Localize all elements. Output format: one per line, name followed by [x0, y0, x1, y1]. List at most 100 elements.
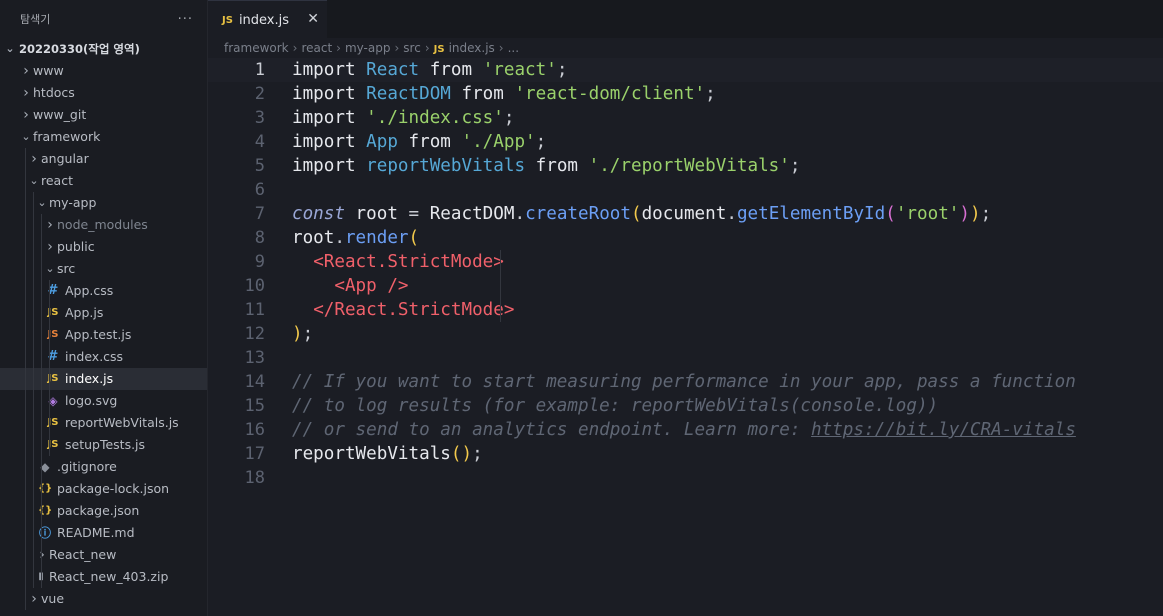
code-text: import reportWebVitals from './reportWeb… [292, 154, 800, 178]
code-line[interactable]: 1 import React from 'react'; [208, 58, 1163, 82]
tree-item-file[interactable]: ◈ logo.svg [0, 390, 207, 412]
tree-item-file[interactable]: ◆ .gitignore [0, 456, 207, 478]
tree-item-label: htdocs [33, 85, 75, 100]
line-number: 1 [254, 60, 265, 80]
code-line[interactable]: 15 // to log results (for example: report… [208, 394, 1163, 418]
chevron-right-icon: › [336, 41, 341, 55]
code-token: ; [535, 132, 547, 152]
code-token: 'root' [895, 204, 960, 224]
tab-index-js[interactable]: JS index.js ✕ [208, 0, 327, 39]
code-token: <React.StrictMode> [313, 252, 504, 272]
chevron-right-icon[interactable]: › [28, 148, 40, 170]
code-line[interactable]: 5 import reportWebVitals from './reportWe… [208, 154, 1163, 178]
code-line[interactable]: 8 root.render( [208, 226, 1163, 250]
breadcrumb-item[interactable]: my-app [345, 41, 391, 55]
tree-item-folder[interactable]: ⌄ src [0, 258, 207, 280]
tab-bar: JS index.js ✕ [208, 0, 1163, 39]
code-token: ; [705, 84, 716, 104]
chevron-right-icon[interactable]: › [44, 236, 56, 258]
indent-guide [49, 280, 50, 456]
tree-item-file[interactable]: ▮React_new_403.zip [0, 566, 207, 588]
tree-item-folder[interactable]: › node_modules [0, 214, 207, 236]
tree-item-folder[interactable]: › www [0, 60, 207, 82]
code-line[interactable]: 10 <App /> [208, 274, 1163, 298]
chevron-down-icon[interactable]: ⌄ [20, 126, 32, 148]
breadcrumb-item[interactable]: src [403, 41, 421, 55]
tree-item-label: App.css [65, 283, 114, 298]
code-line[interactable]: 17 reportWebVitals(); [208, 442, 1163, 466]
tree-item-file[interactable]: # index.css [0, 346, 207, 368]
tree-item-folder[interactable]: › vue [0, 588, 207, 610]
code-line[interactable]: 7 const root = ReactDOM.createRoot(docume… [208, 202, 1163, 226]
code-token: render [344, 228, 409, 248]
code-text: </React.StrictMode> [292, 298, 514, 322]
breadcrumb-item[interactable]: framework [224, 41, 289, 55]
close-icon[interactable]: ✕ [307, 11, 319, 27]
code-token: ; [789, 156, 801, 176]
tree-item-folder[interactable]: ›React_new [0, 544, 207, 566]
tree-item-label: package.json [57, 503, 140, 518]
breadcrumb: framework › react › my-app › src › JS index.js ›..… [208, 38, 1163, 60]
tree-item-file[interactable]: JS setupTests.js [0, 434, 207, 456]
tree-item-file[interactable]: JS reportWebVitals.js [0, 412, 207, 434]
tree-item-folder[interactable]: › angular [0, 148, 207, 170]
code-token: ) [292, 324, 303, 344]
tree-item-file[interactable]: JS index.js [0, 368, 207, 390]
code-editor[interactable]: 1 import React from 'react'; 2 import React… [208, 58, 1163, 490]
line-number: 15 [244, 396, 265, 416]
code-line[interactable]: 2 import ReactDOM from 'react-dom/client'… [208, 82, 1163, 106]
chevron-right-icon[interactable]: › [36, 544, 48, 566]
chevron-right-icon[interactable]: › [20, 60, 32, 82]
code-line[interactable]: 9 <React.StrictMode> [208, 250, 1163, 274]
tree-item-folder[interactable]: ⌄ my-app [0, 192, 207, 214]
line-number: 17 [244, 444, 265, 464]
code-token: ; [302, 324, 314, 344]
chevron-down-icon[interactable]: ⌄ [44, 258, 56, 280]
tree-item-folder[interactable]: ⌄ framework [0, 126, 207, 148]
chevron-right-icon[interactable]: › [28, 588, 40, 610]
breadcrumb-item[interactable]: react [301, 41, 332, 55]
tree-item-file[interactable]: JS App.test.js [0, 324, 207, 346]
code-text: import ReactDOM from 'react-dom/client'; [292, 82, 716, 106]
line-number: 5 [254, 156, 265, 176]
tree-item-folder[interactable]: › public [0, 236, 207, 258]
tree-item-folder[interactable]: › www_git [0, 104, 207, 126]
chevron-right-icon[interactable]: › [20, 104, 32, 126]
tree-item-label: www [33, 63, 64, 78]
file-tree: ⌄ 20220330(작업 영역) › www › htdocs › www_git ⌄ fram… [0, 38, 207, 610]
code-line[interactable]: 13 [208, 346, 1163, 370]
chevron-right-icon[interactable]: › [44, 214, 56, 236]
tree-item-folder[interactable]: › htdocs [0, 82, 207, 104]
explorer-sidebar: 탐색기 ··· ⌄ 20220330(작업 영역) › www › htdocs › www_… [0, 0, 208, 616]
tree-item-file[interactable]: # App.css [0, 280, 207, 302]
code-line[interactable]: 4 import App from './App'; [208, 130, 1163, 154]
code-line[interactable]: 11 </React.StrictMode> [208, 298, 1163, 322]
tree-item-folder[interactable]: ⌄ react [0, 170, 207, 192]
breadcrumb-item[interactable]: index.js [449, 41, 495, 55]
chevron-right-icon[interactable]: › [20, 82, 32, 104]
tree-item-label: framework [33, 129, 101, 144]
tree-item-file[interactable]: JS App.js [0, 302, 207, 324]
code-token: const [292, 204, 345, 224]
code-text: // or send to an analytics endpoint. Lea… [292, 418, 1076, 442]
code-line[interactable]: 18 [208, 466, 1163, 490]
code-line[interactable]: 14 // If you want to start measuring perf… [208, 370, 1163, 394]
tree-item-file[interactable]: ⓘ README.md [0, 522, 207, 544]
tree-item-folder[interactable]: ⌄ 20220330(작업 영역) [0, 38, 207, 60]
chevron-down-icon[interactable]: ⌄ [28, 170, 40, 192]
breadcrumb-item[interactable]: ... [508, 41, 519, 55]
chevron-down-icon[interactable]: ⌄ [4, 38, 16, 60]
code-token: reportWebVitals [292, 444, 451, 464]
tree-item-label: angular [41, 151, 89, 166]
tree-item-file[interactable]: {} package-lock.json [0, 478, 207, 500]
code-line[interactable]: 16 // or send to an analytics endpoint. L… [208, 418, 1163, 442]
code-token: . [514, 204, 526, 224]
tree-item-file[interactable]: {} package.json [0, 500, 207, 522]
code-line[interactable]: 3 import './index.css'; [208, 106, 1163, 130]
code-line[interactable]: 12); [208, 322, 1163, 346]
more-icon[interactable]: ··· [178, 12, 193, 27]
code-token: ; [980, 204, 992, 224]
code-line[interactable]: 6 [208, 178, 1163, 202]
code-token[interactable]: https://bit.ly/CRA-vitals [811, 420, 1076, 440]
chevron-down-icon[interactable]: ⌄ [36, 192, 48, 214]
